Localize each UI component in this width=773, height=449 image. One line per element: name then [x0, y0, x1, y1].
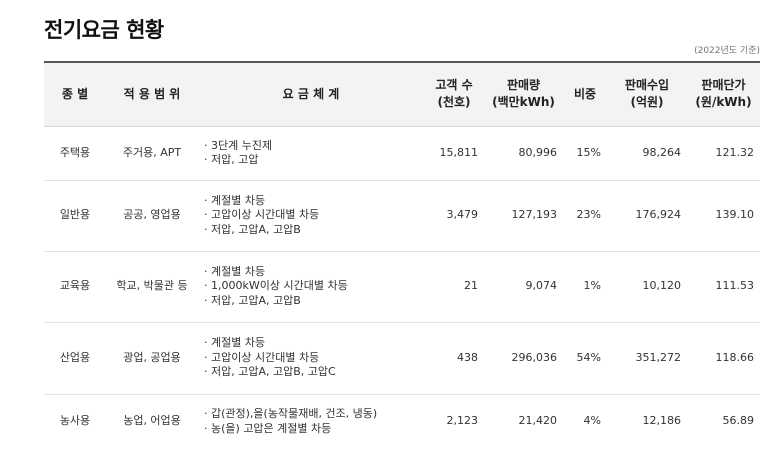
- cell-scheme: · 계절별 차등 · 고압이상 시간대별 차등 · 저압, 고압A, 고압B, …: [198, 322, 424, 395]
- table-row: 농사용 농업, 어업용 · 갑(관정),을(농작물재배, 건조, 냉동) · 농…: [44, 394, 760, 449]
- cell-share: 54%: [563, 322, 607, 395]
- header-unit-price-unit: (원/kWh): [695, 95, 752, 110]
- cell-unit-price: 139.10: [687, 180, 760, 252]
- cell-revenue: 12,186: [607, 394, 687, 449]
- table-row: 산업용 광업, 공업용 · 계절별 차등 · 고압이상 시간대별 차등 · 저압…: [44, 322, 760, 395]
- cell-unit-price: 118.66: [687, 322, 760, 395]
- cell-customers: 2,123: [424, 394, 484, 449]
- electricity-rate-table: 종 별 적 용 범 위 요 금 체 계 고객 수 (천호) 판매량 (백만kWh…: [44, 61, 760, 449]
- header-customers-label: 고객 수: [435, 78, 473, 93]
- cell-share: 1%: [563, 251, 607, 323]
- scheme-line: · 계절별 차등: [204, 336, 266, 350]
- cell-type: 일반용: [44, 180, 106, 252]
- header-customers: 고객 수 (천호): [424, 62, 484, 127]
- cell-revenue: 10,120: [607, 251, 687, 323]
- cell-customers: 3,479: [424, 180, 484, 252]
- table-row: 일반용 공공, 영업용 · 계절별 차등 · 고압이상 시간대별 차등 · 저압…: [44, 180, 760, 252]
- table-row: 교육용 학교, 박물관 등 · 계절별 차등 · 1,000kW이상 시간대별 …: [44, 251, 760, 323]
- cell-scheme: · 계절별 차등 · 1,000kW이상 시간대별 차등 · 저압, 고압A, …: [198, 251, 424, 323]
- cell-scope: 공공, 영업용: [106, 180, 198, 252]
- cell-type: 주택용: [44, 126, 106, 181]
- scheme-line: · 갑(관정),을(농작물재배, 건조, 냉동): [204, 407, 378, 420]
- cell-scheme: · 3단계 누진제 · 저압, 고압: [198, 126, 424, 181]
- scheme-line: · 고압이상 시간대별 차등: [204, 350, 320, 364]
- cell-sales-volume: 296,036: [484, 322, 563, 395]
- cell-scope: 주거용, APT: [106, 126, 198, 181]
- scheme-line: · 저압, 고압A, 고압B: [204, 222, 301, 236]
- cell-type: 산업용: [44, 322, 106, 395]
- base-year-note: (2022년도 기준): [694, 46, 760, 56]
- header-sales-volume-label: 판매량: [506, 78, 541, 93]
- cell-revenue: 98,264: [607, 126, 687, 181]
- page-title: 전기요금 현황: [44, 18, 164, 42]
- cell-share: 4%: [563, 394, 607, 449]
- header-scope: 적 용 범 위: [106, 62, 198, 127]
- cell-revenue: 351,272: [607, 322, 687, 395]
- scheme-line: · 농(을) 고압은 계절별 차등: [204, 421, 332, 435]
- scheme-line: · 계절별 차등: [204, 264, 266, 278]
- cell-unit-price: 56.89: [687, 394, 760, 449]
- cell-customers: 15,811: [424, 126, 484, 181]
- scheme-line: · 3단계 누진제: [204, 138, 273, 152]
- cell-unit-price: 111.53: [687, 251, 760, 323]
- header-sales-volume-unit: (백만kWh): [492, 95, 555, 110]
- cell-scope: 농업, 어업용: [106, 394, 198, 449]
- header-revenue-unit: (억원): [630, 95, 664, 110]
- cell-share: 15%: [563, 126, 607, 181]
- cell-scope: 학교, 박물관 등: [106, 251, 198, 323]
- cell-revenue: 176,924: [607, 180, 687, 252]
- table-header-row: 종 별 적 용 범 위 요 금 체 계 고객 수 (천호) 판매량 (백만kWh…: [44, 62, 760, 127]
- header-unit-price: 판매단가 (원/kWh): [687, 62, 760, 127]
- scheme-line: · 저압, 고압: [204, 153, 259, 166]
- scheme-line: · 계절별 차등: [204, 193, 266, 207]
- scheme-line: · 고압이상 시간대별 차등: [204, 208, 320, 222]
- header-sales-volume: 판매량 (백만kWh): [484, 62, 563, 127]
- scheme-line: · 1,000kW이상 시간대별 차등: [204, 279, 348, 293]
- cell-customers: 438: [424, 322, 484, 395]
- cell-unit-price: 121.32: [687, 126, 760, 181]
- table-row: 주택용 주거용, APT · 3단계 누진제 · 저압, 고압 15,811 8…: [44, 126, 760, 181]
- cell-type: 농사용: [44, 394, 106, 449]
- cell-scheme: · 갑(관정),을(농작물재배, 건조, 냉동) · 농(을) 고압은 계절별 …: [198, 394, 424, 449]
- header-type: 종 별: [44, 62, 106, 127]
- header-revenue-label: 판매수입: [624, 78, 670, 93]
- cell-type: 교육용: [44, 251, 106, 323]
- cell-customers: 21: [424, 251, 484, 323]
- scheme-line: · 저압, 고압A, 고압B: [204, 293, 301, 307]
- scheme-line: · 저압, 고압A, 고압B, 고압C: [204, 365, 336, 379]
- cell-scope: 광업, 공업용: [106, 322, 198, 395]
- cell-sales-volume: 80,996: [484, 126, 563, 181]
- header-scheme: 요 금 체 계: [198, 62, 424, 127]
- cell-sales-volume: 127,193: [484, 180, 563, 252]
- header-share: 비중: [563, 62, 607, 127]
- header-customers-unit: (천호): [437, 95, 471, 110]
- cell-sales-volume: 21,420: [484, 394, 563, 449]
- header-revenue: 판매수입 (억원): [607, 62, 687, 127]
- cell-share: 23%: [563, 180, 607, 252]
- cell-sales-volume: 9,074: [484, 251, 563, 323]
- header-unit-price-label: 판매단가: [701, 78, 746, 93]
- cell-scheme: · 계절별 차등 · 고압이상 시간대별 차등 · 저압, 고압A, 고압B: [198, 180, 424, 252]
